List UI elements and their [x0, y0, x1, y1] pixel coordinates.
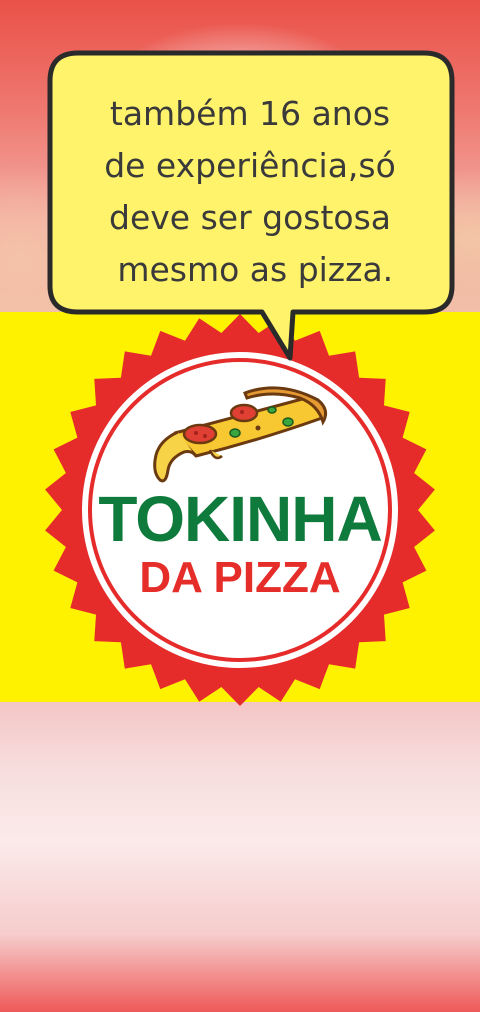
speech-bubble-text: também 16 anos de experiência,só deve se…: [52, 88, 448, 296]
speech-line-3: deve ser gostosa: [109, 198, 391, 237]
brand-subtitle: DA PIZZA: [139, 553, 341, 602]
speech-line-1: também 16 anos: [109, 94, 391, 133]
speech-line-2: de experiência,só: [104, 146, 396, 185]
speech-line-4: mesmo as pizza.: [106, 250, 394, 289]
brand-name: TOKINHA: [98, 483, 382, 555]
